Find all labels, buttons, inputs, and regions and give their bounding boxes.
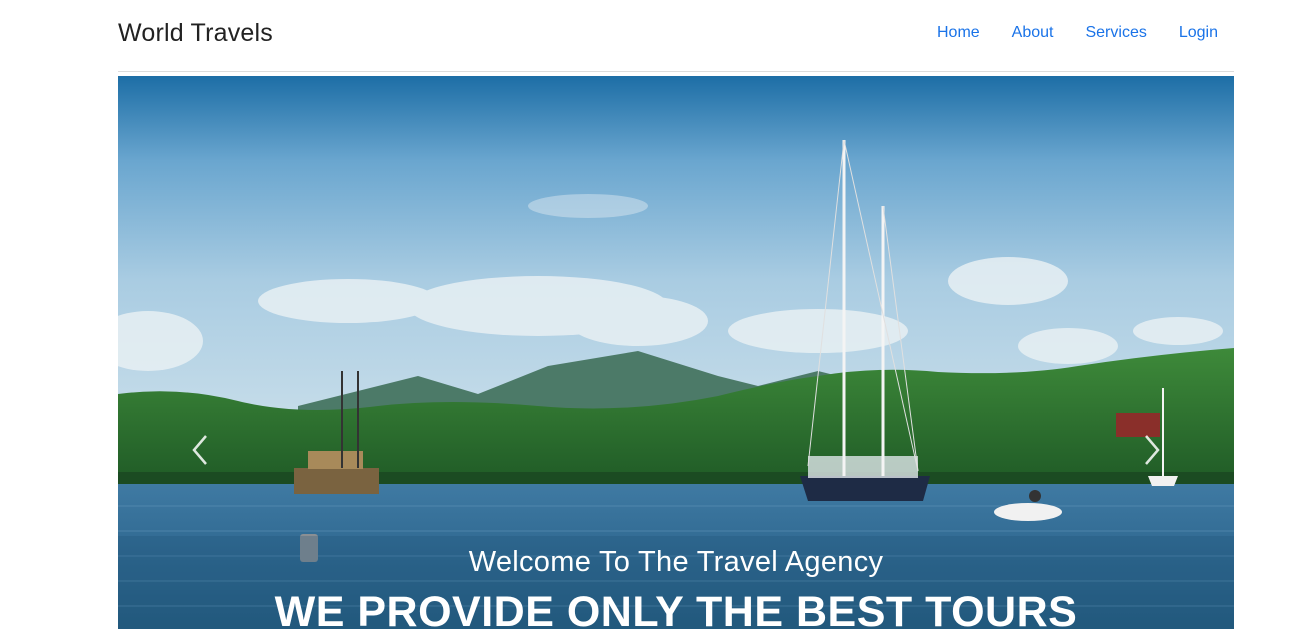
nav-about-link[interactable]: About: [1012, 24, 1054, 42]
brand-logo[interactable]: World Travels: [118, 19, 273, 48]
navbar: World Travels Home About Services Login: [118, 0, 1234, 72]
nav-services-link[interactable]: Services: [1085, 24, 1146, 42]
hero-title: WE PROVIDE ONLY THE BEST TOURS: [274, 588, 1078, 629]
nav-login-link[interactable]: Login: [1179, 24, 1218, 42]
nav-home-link[interactable]: Home: [937, 24, 980, 42]
nav-links: Home About Services Login: [937, 24, 1218, 42]
carousel-prev-button[interactable]: [182, 428, 222, 472]
chevron-right-icon: [1130, 435, 1170, 476]
hero-subtitle: Welcome To The Travel Agency: [468, 546, 884, 578]
hero-carousel: Welcome To The Travel Agency WE PROVIDE …: [118, 76, 1234, 629]
chevron-left-icon: [182, 435, 222, 476]
carousel-next-button[interactable]: [1130, 428, 1170, 472]
